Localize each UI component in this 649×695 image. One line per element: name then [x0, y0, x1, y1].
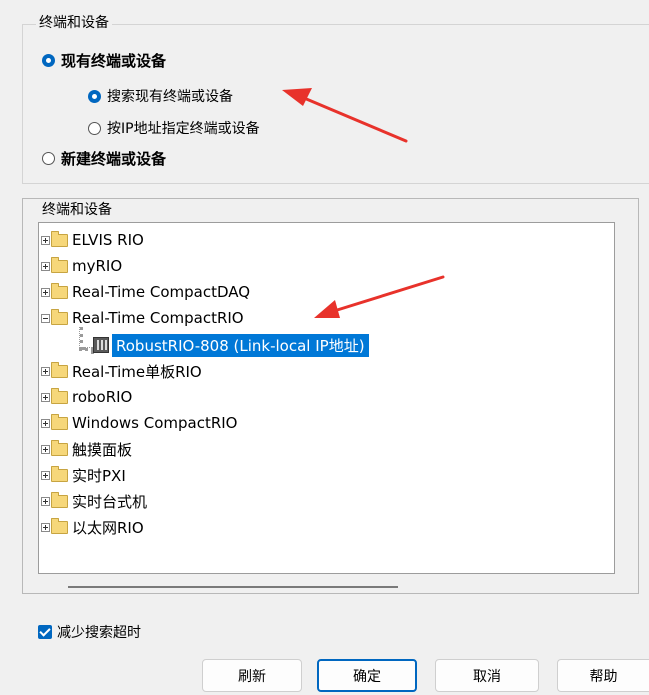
radio-selected-icon — [42, 54, 55, 67]
radio-search-label: 搜索现有终端或设备 — [107, 89, 233, 105]
tree-node-label: Real-Time CompactRIO — [72, 309, 244, 327]
radio-existing-label: 现有终端或设备 — [61, 52, 167, 70]
folder-icon — [51, 439, 68, 456]
expand-plus-icon[interactable] — [41, 287, 50, 297]
help-button[interactable]: 帮助 — [557, 659, 649, 692]
tree-node[interactable]: 以太网RIO — [41, 516, 144, 538]
tree-node-label: 以太网RIO — [72, 518, 144, 537]
tree-node-label: myRIO — [72, 257, 123, 275]
tree-node[interactable]: Real-Time CompactDAQ — [41, 281, 250, 303]
tree-node-label: Real-Time CompactDAQ — [72, 283, 251, 301]
tree-connector-horizontal — [79, 347, 94, 351]
target-tree[interactable]: ELVIS RIO myRIO Real-Time CompactDAQ Rea… — [38, 222, 615, 574]
tree-node-label: Real-Time单板RIO — [72, 362, 202, 381]
tree-node[interactable]: Real-Time单板RIO — [41, 360, 202, 382]
tree-node[interactable]: 触摸面板 — [41, 438, 132, 460]
radio-specify-by-ip[interactable]: 按IP地址指定终端或设备 — [88, 118, 260, 138]
folder-icon — [51, 387, 68, 404]
tree-node-selected[interactable]: RobustRIO-808 (Link-local IP地址) — [93, 333, 369, 357]
tree-node-label: Windows CompactRIO — [72, 414, 238, 432]
folder-icon — [51, 282, 68, 299]
expand-plus-icon[interactable] — [41, 366, 50, 376]
collapse-minus-icon[interactable] — [41, 313, 50, 323]
tree-node-label-selected: RobustRIO-808 (Link-local IP地址) — [112, 333, 369, 357]
reduce-timeout-checkbox-row[interactable]: 减少搜索超时 — [38, 622, 141, 642]
expand-plus-icon[interactable] — [41, 522, 50, 532]
ok-button[interactable]: 确定 — [317, 659, 417, 692]
expand-plus-icon[interactable] — [41, 261, 50, 271]
folder-icon — [51, 230, 68, 247]
tree-node[interactable]: Windows CompactRIO — [41, 412, 237, 434]
folder-open-icon — [51, 308, 68, 325]
radio-search-existing[interactable]: 搜索现有终端或设备 — [88, 86, 233, 106]
radio-unselected-icon — [88, 121, 101, 135]
tree-node[interactable]: roboRIO — [41, 386, 132, 408]
radio-new-target[interactable]: 新建终端或设备 — [42, 148, 166, 169]
tree-group-title: 终端和设备 — [42, 202, 112, 218]
radio-selected-icon — [88, 89, 101, 103]
tree-node[interactable]: 实时PXI — [41, 464, 126, 486]
folder-icon — [51, 491, 68, 508]
radio-unselected-icon — [42, 152, 55, 165]
tree-node-label: roboRIO — [72, 388, 133, 406]
folder-icon — [51, 413, 68, 430]
folder-icon — [51, 517, 68, 534]
tree-node[interactable]: myRIO — [41, 255, 122, 277]
expand-plus-icon[interactable] — [41, 470, 50, 480]
rio-device-icon — [93, 337, 109, 353]
expand-plus-icon[interactable] — [41, 235, 50, 245]
reduce-timeout-label: 减少搜索超时 — [57, 625, 141, 641]
expand-plus-icon[interactable] — [41, 392, 50, 402]
radio-by-ip-label: 按IP地址指定终端或设备 — [107, 121, 260, 137]
tree-node-label: 实时台式机 — [72, 492, 148, 511]
target-group-title: 终端和设备 — [36, 13, 112, 33]
expand-plus-icon[interactable] — [41, 444, 50, 454]
tree-node[interactable]: ELVIS RIO — [41, 229, 144, 251]
folder-icon — [51, 465, 68, 482]
expand-plus-icon[interactable] — [41, 496, 50, 506]
tree-node-label: ELVIS RIO — [72, 231, 144, 249]
radio-new-label: 新建终端或设备 — [61, 150, 167, 168]
tree-node-label: 触摸面板 — [72, 440, 133, 459]
refresh-button[interactable]: 刷新 — [202, 659, 302, 692]
tree-node-expanded[interactable]: Real-Time CompactRIO — [41, 307, 244, 329]
folder-icon — [51, 256, 68, 273]
expand-plus-icon[interactable] — [41, 418, 50, 428]
cancel-button[interactable]: 取消 — [435, 659, 539, 692]
folder-icon — [51, 361, 68, 378]
tree-node-label: 实时PXI — [72, 466, 126, 485]
horizontal-scrollbar-thumb[interactable] — [68, 586, 398, 588]
checkbox-checked-icon[interactable] — [38, 625, 52, 639]
tree-node[interactable]: 实时台式机 — [41, 490, 147, 512]
radio-existing-target[interactable]: 现有终端或设备 — [42, 50, 166, 71]
